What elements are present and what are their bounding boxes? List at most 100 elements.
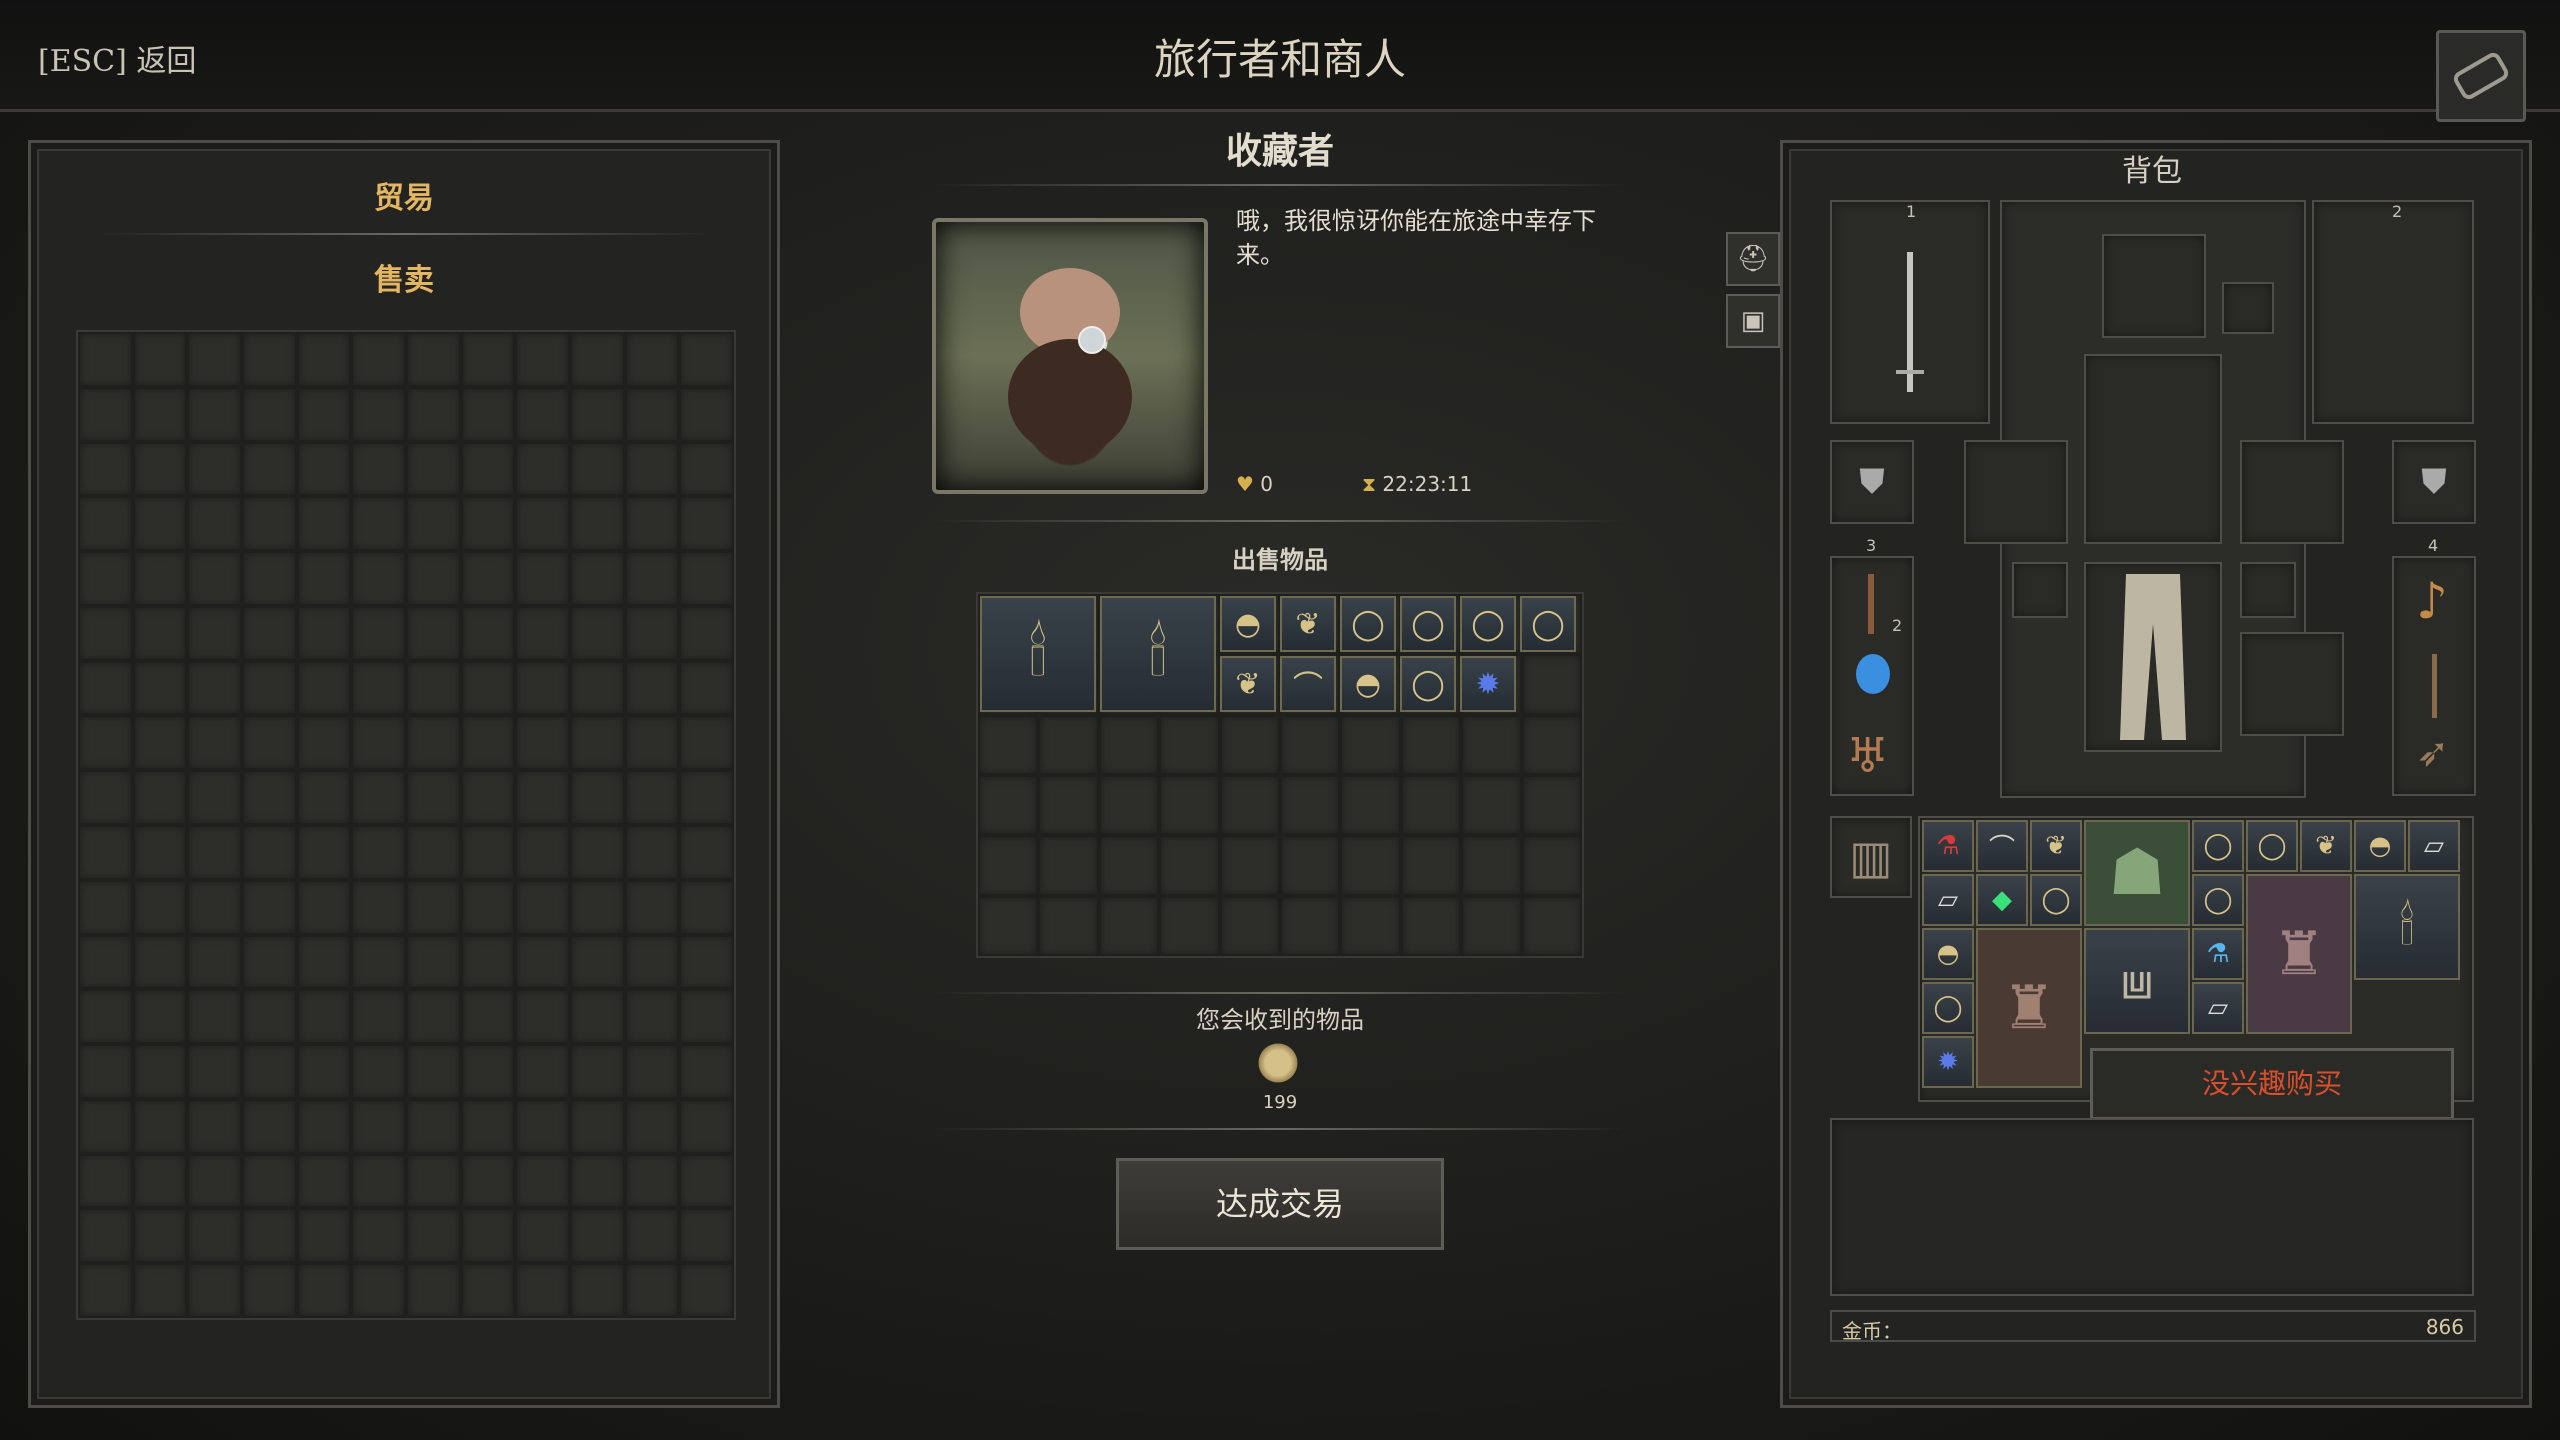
- grid-cell[interactable]: [679, 1098, 734, 1154]
- grid-cell[interactable]: [296, 989, 352, 1045]
- grid-cell[interactable]: [351, 332, 406, 387]
- grid-cell[interactable]: [406, 386, 461, 442]
- grid-cell[interactable]: [187, 934, 242, 990]
- grid-cell[interactable]: [1098, 714, 1160, 775]
- grid-cell[interactable]: [351, 1044, 406, 1099]
- grid-cell[interactable]: [406, 605, 461, 661]
- grid-cell[interactable]: [351, 1098, 406, 1154]
- grid-cell[interactable]: [78, 1044, 133, 1099]
- grid-cell[interactable]: [460, 1098, 516, 1154]
- grid-cell[interactable]: [515, 1263, 570, 1318]
- grid-cell[interactable]: [351, 934, 406, 990]
- grid-cell[interactable]: [460, 825, 516, 880]
- grid-cell[interactable]: [570, 441, 625, 497]
- grid-cell[interactable]: [515, 332, 570, 387]
- grid-cell[interactable]: [1038, 835, 1099, 896]
- grid-cell[interactable]: [570, 825, 625, 880]
- belt-slot-left[interactable]: ⛊: [1830, 440, 1914, 524]
- grid-cell[interactable]: [1340, 774, 1401, 836]
- grid-cell[interactable]: [515, 386, 570, 442]
- grid-cell[interactable]: [570, 934, 625, 990]
- grid-cell[interactable]: [1219, 714, 1280, 775]
- grid-cell[interactable]: [679, 879, 734, 935]
- grid-cell[interactable]: [187, 1044, 242, 1099]
- grid-cell[interactable]: [78, 1263, 133, 1318]
- grid-cell[interactable]: [242, 1208, 297, 1264]
- ring-slot-left[interactable]: [2012, 562, 2068, 618]
- grid-cell[interactable]: [515, 1208, 570, 1264]
- grid-cell[interactable]: [624, 934, 680, 990]
- grid-cell[interactable]: [296, 1153, 352, 1209]
- sapphire-icon[interactable]: ✹: [1460, 656, 1516, 712]
- grid-cell[interactable]: [679, 715, 734, 771]
- grid-cell[interactable]: [1219, 895, 1280, 956]
- grid-cell[interactable]: [624, 1098, 680, 1154]
- grid-cell[interactable]: [1461, 835, 1522, 896]
- grid-cell[interactable]: [351, 770, 406, 825]
- potion-icon[interactable]: ⚗: [2192, 928, 2244, 980]
- grid-cell[interactable]: [570, 1263, 625, 1318]
- ring-icon[interactable]: ◯: [1400, 656, 1456, 712]
- grid-cell[interactable]: [460, 551, 516, 606]
- ring-icon[interactable]: ◯: [2192, 874, 2244, 926]
- grid-cell[interactable]: [515, 770, 570, 825]
- grid-cell[interactable]: [570, 496, 625, 552]
- grid-cell[interactable]: [515, 879, 570, 935]
- grid-cell[interactable]: [132, 1044, 188, 1099]
- grid-cell[interactable]: [296, 1263, 352, 1318]
- grid-cell[interactable]: [78, 770, 133, 825]
- grid-cell[interactable]: [406, 1044, 461, 1099]
- grid-cell[interactable]: [132, 1153, 188, 1209]
- grid-cell[interactable]: [460, 332, 516, 387]
- grid-cell[interactable]: [187, 660, 242, 716]
- grid-cell[interactable]: [242, 715, 297, 771]
- grid-cell[interactable]: [1280, 774, 1341, 836]
- back-button[interactable]: [ESC] 返回: [38, 36, 196, 80]
- grid-cell[interactable]: [978, 895, 1039, 956]
- grid-cell[interactable]: [1521, 774, 1582, 836]
- grid-cell[interactable]: [78, 660, 133, 716]
- grid-cell[interactable]: [1280, 895, 1341, 956]
- grid-cell[interactable]: [624, 1153, 680, 1209]
- grid-cell[interactable]: [187, 879, 242, 935]
- grid-cell[interactable]: [1400, 835, 1462, 896]
- grid-cell[interactable]: [1521, 895, 1582, 956]
- grid-cell[interactable]: [1159, 835, 1220, 896]
- grid-cell[interactable]: [460, 441, 516, 497]
- quick-slots-left[interactable]: 2 ♅: [1830, 556, 1914, 796]
- grid-cell[interactable]: [242, 332, 297, 387]
- grid-cell[interactable]: [351, 989, 406, 1045]
- grid-cell[interactable]: [460, 879, 516, 935]
- grid-cell[interactable]: [624, 496, 680, 552]
- deal-button[interactable]: 达成交易: [1116, 1158, 1444, 1250]
- grid-cell[interactable]: [570, 879, 625, 935]
- grid-cell[interactable]: [515, 715, 570, 771]
- grid-cell[interactable]: [515, 605, 570, 661]
- grid-cell[interactable]: [78, 441, 133, 497]
- grid-cell[interactable]: [624, 879, 680, 935]
- armor-icon[interactable]: ♜: [1976, 928, 2082, 1088]
- bandage-icon[interactable]: ▱: [1922, 874, 1974, 926]
- grid-cell[interactable]: [460, 496, 516, 552]
- bandage-icon[interactable]: ▱: [2408, 820, 2460, 872]
- grid-cell[interactable]: [187, 989, 242, 1045]
- grid-cell[interactable]: [1159, 714, 1220, 775]
- grid-cell[interactable]: [570, 551, 625, 606]
- grid-cell[interactable]: [132, 989, 188, 1045]
- grid-cell[interactable]: [679, 551, 734, 606]
- sell-grid[interactable]: [76, 330, 736, 1320]
- grid-cell[interactable]: [132, 1263, 188, 1318]
- grid-cell[interactable]: [187, 770, 242, 825]
- grid-cell[interactable]: [296, 1044, 352, 1099]
- grid-cell[interactable]: [406, 441, 461, 497]
- grid-cell[interactable]: [132, 496, 188, 552]
- grid-cell[interactable]: [132, 934, 188, 990]
- grid-cell[interactable]: [78, 825, 133, 880]
- grid-cell[interactable]: [296, 551, 352, 606]
- grid-cell[interactable]: [296, 496, 352, 552]
- grid-cell[interactable]: [624, 715, 680, 771]
- grid-cell[interactable]: [351, 825, 406, 880]
- grid-cell[interactable]: [406, 1208, 461, 1264]
- grid-cell[interactable]: [679, 825, 734, 880]
- gloves-slot[interactable]: [1964, 440, 2068, 544]
